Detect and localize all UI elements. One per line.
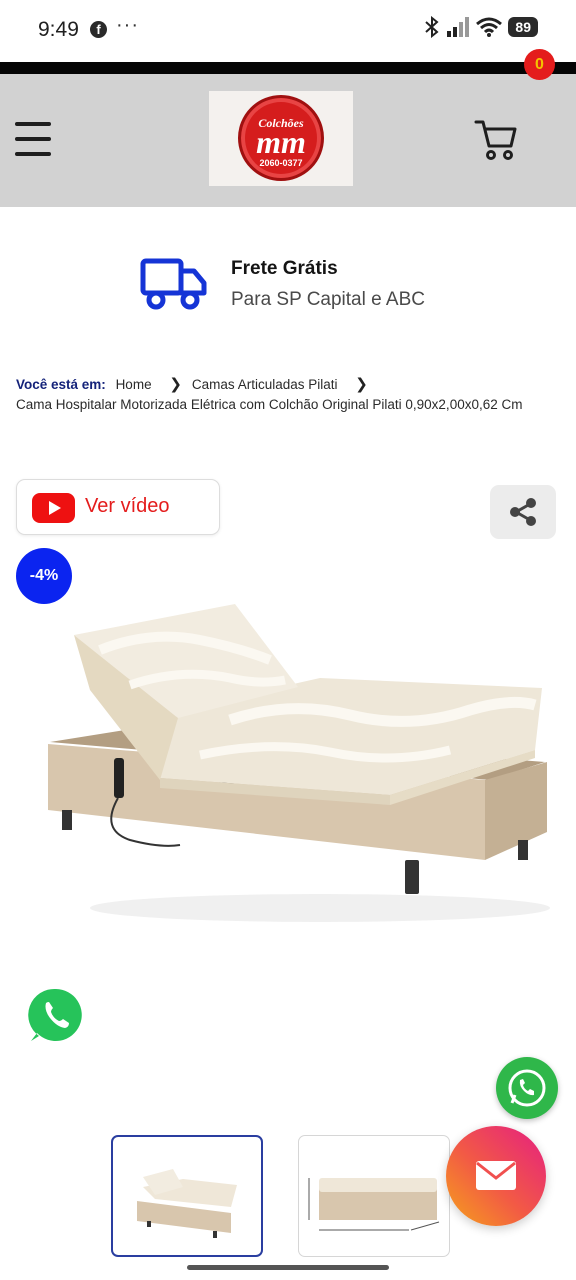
whatsapp-icon[interactable] [27,986,85,1044]
logo-seal: Colchões mm 2060-0377 [238,95,324,181]
top-divider [0,62,576,74]
status-bar: 9:49 f ··· 89 [0,0,576,62]
site-logo[interactable]: Colchões mm 2060-0377 [209,91,353,186]
status-time: 9:49 [38,18,79,41]
battery-icon: 89 [508,17,538,37]
thumbnail-2[interactable] [298,1135,450,1257]
thumbnail-image [137,1169,237,1238]
bluetooth-icon [425,16,439,38]
chevron-right-icon: ❯ [169,376,182,393]
product-image[interactable] [30,590,560,940]
site-header: Colchões mm 2060-0377 [0,74,576,207]
signal-icon [447,17,470,37]
breadcrumb-home[interactable]: Home [116,377,152,392]
mail-icon [476,1161,516,1190]
breadcrumb: Você está em: Home ❯ Camas Articuladas Pi… [16,375,566,414]
breadcrumb-label: Você está em: [16,377,106,392]
logo-phone: 2060-0377 [259,158,303,168]
gesture-home-bar [187,1265,389,1270]
facebook-icon: f [90,21,107,38]
whatsapp-float-button[interactable] [496,1057,558,1119]
logo-brand: mm [256,124,306,160]
email-float-button[interactable] [446,1126,546,1226]
status-icons: 89 [424,16,538,38]
cart-icon[interactable] [474,118,518,162]
menu-icon[interactable] [15,122,51,156]
thumbnail-1[interactable] [111,1135,263,1257]
watch-video-label: Ver vídeo [85,495,170,517]
whatsapp-icon [508,1069,546,1107]
share-icon [510,498,536,526]
thumbnail-dimensions-image [308,1178,440,1231]
breadcrumb-category[interactable]: Camas Articuladas Pilati [192,377,338,392]
share-button[interactable] [490,485,556,539]
wifi-icon [476,17,503,37]
youtube-icon [32,493,75,523]
status-more-icon: ··· [116,14,139,36]
truck-icon [140,258,207,310]
shipping-subtitle: Para SP Capital e ABC [231,289,425,310]
breadcrumb-current: Cama Hospitalar Motorizada Elétrica com … [16,396,523,412]
watch-video-button[interactable]: Ver vídeo [16,479,220,535]
free-shipping-banner: Frete Grátis Para SP Capital e ABC [140,256,480,316]
shipping-title: Frete Grátis [231,258,338,279]
chevron-right-icon: ❯ [355,376,368,393]
cart-count-badge[interactable]: 0 [524,49,555,80]
